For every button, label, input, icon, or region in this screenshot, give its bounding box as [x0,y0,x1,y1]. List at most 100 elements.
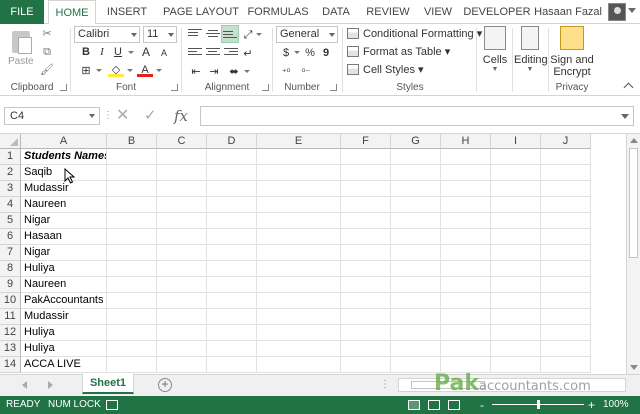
wrap-text-icon[interactable]: ↵ [240,46,256,62]
row-header[interactable]: 13 [0,341,21,357]
tab-developer[interactable]: DEVELOPER [462,0,532,24]
account-dropdown-icon[interactable] [628,8,636,13]
conditional-formatting-button[interactable]: Conditional Formatting ▾ [347,26,482,42]
cell-a1[interactable]: Students Names [21,149,107,165]
underline-dropdown-icon[interactable] [128,51,134,54]
cell-j8[interactable] [541,261,591,277]
font-name-select[interactable]: Calibri [74,26,140,43]
cell-b13[interactable] [107,341,157,357]
format-painter-icon[interactable]: 🖌 [40,64,54,76]
cell-e8[interactable] [257,261,341,277]
cell-b14[interactable] [107,357,157,373]
insert-function-button[interactable]: fx [174,106,188,126]
cell-e5[interactable] [257,213,341,229]
cell-h3[interactable] [441,181,491,197]
cell-f8[interactable] [341,261,391,277]
currency-dropdown-icon[interactable] [294,51,300,54]
cell-b1[interactable] [107,149,157,165]
cell-j7[interactable] [541,245,591,261]
cell-f14[interactable] [341,357,391,373]
column-header[interactable]: D [207,134,257,149]
cell-b9[interactable] [107,277,157,293]
cell-a14[interactable]: ACCA LIVE [21,357,107,373]
cell-j1[interactable] [541,149,591,165]
cell-i12[interactable] [491,325,541,341]
column-header[interactable]: J [541,134,591,149]
tab-file[interactable]: FILE [0,0,44,24]
cell-g3[interactable] [391,181,441,197]
user-name[interactable]: Hasaan Fazal [534,0,602,24]
zoom-slider-knob[interactable] [537,400,540,409]
new-sheet-button[interactable]: + [158,378,172,392]
cell-e11[interactable] [257,309,341,325]
cell-g8[interactable] [391,261,441,277]
cell-j6[interactable] [541,229,591,245]
row-header[interactable]: 1 [0,149,21,165]
cell-c7[interactable] [157,245,207,261]
increase-indent-icon[interactable]: ⇥ [206,64,222,80]
cell-f12[interactable] [341,325,391,341]
cell-i10[interactable] [491,293,541,309]
cell-d8[interactable] [207,261,257,277]
cell-a6[interactable]: Hasaan [21,229,107,245]
cell-f5[interactable] [341,213,391,229]
cell-d14[interactable] [207,357,257,373]
select-all-button[interactable] [0,134,21,149]
cell-c9[interactable] [157,277,207,293]
cell-b10[interactable] [107,293,157,309]
cell-h7[interactable] [441,245,491,261]
align-left-icon[interactable] [188,48,202,60]
cell-i4[interactable] [491,197,541,213]
row-header[interactable]: 6 [0,229,21,245]
sign-and-encrypt-button[interactable]: Sign and Encrypt [550,26,594,78]
page-break-view-icon[interactable] [448,400,460,410]
tab-view[interactable]: VIEW [420,0,456,24]
page-layout-view-icon[interactable] [428,400,440,410]
cell-h5[interactable] [441,213,491,229]
cell-e2[interactable] [257,165,341,181]
cell-b8[interactable] [107,261,157,277]
font-launcher-icon[interactable] [171,84,178,91]
column-header[interactable]: A [21,134,107,149]
cell-d11[interactable] [207,309,257,325]
cancel-icon[interactable]: ✕ [116,106,129,126]
row-header[interactable]: 9 [0,277,21,293]
cell-i7[interactable] [491,245,541,261]
row-header[interactable]: 10 [0,293,21,309]
zoom-out-button[interactable]: - [480,396,484,414]
cell-i3[interactable] [491,181,541,197]
comma-style-button[interactable]: 9 [318,45,334,61]
cell-e9[interactable] [257,277,341,293]
decrease-decimal-icon[interactable]: ⁰⁻ [298,64,314,80]
cell-d13[interactable] [207,341,257,357]
cell-b6[interactable] [107,229,157,245]
cell-c1[interactable] [157,149,207,165]
bold-button[interactable]: B [78,44,94,60]
sheet-tab-sheet1[interactable]: Sheet1 [82,374,134,394]
cell-a11[interactable]: Mudassir [21,309,107,325]
cell-a12[interactable]: Huliya [21,325,107,341]
underline-button[interactable]: U [110,44,126,60]
cell-c10[interactable] [157,293,207,309]
cell-f3[interactable] [341,181,391,197]
alignment-launcher-icon[interactable] [262,84,269,91]
cell-d5[interactable] [207,213,257,229]
column-header[interactable]: B [107,134,157,149]
cell-f1[interactable] [341,149,391,165]
align-center-icon[interactable] [206,48,220,60]
cell-a4[interactable]: Naureen [21,197,107,213]
cell-d4[interactable] [207,197,257,213]
tab-formulas[interactable]: FORMULAS [246,0,310,24]
cell-f13[interactable] [341,341,391,357]
row-header[interactable]: 12 [0,325,21,341]
merge-dropdown-icon[interactable] [244,70,250,73]
cell-i8[interactable] [491,261,541,277]
clipboard-launcher-icon[interactable] [60,84,67,91]
cell-c2[interactable] [157,165,207,181]
row-header[interactable]: 5 [0,213,21,229]
row-header[interactable]: 3 [0,181,21,197]
format-as-table-button[interactable]: Format as Table ▾ [347,44,450,60]
cell-j11[interactable] [541,309,591,325]
cell-c13[interactable] [157,341,207,357]
cell-c5[interactable] [157,213,207,229]
